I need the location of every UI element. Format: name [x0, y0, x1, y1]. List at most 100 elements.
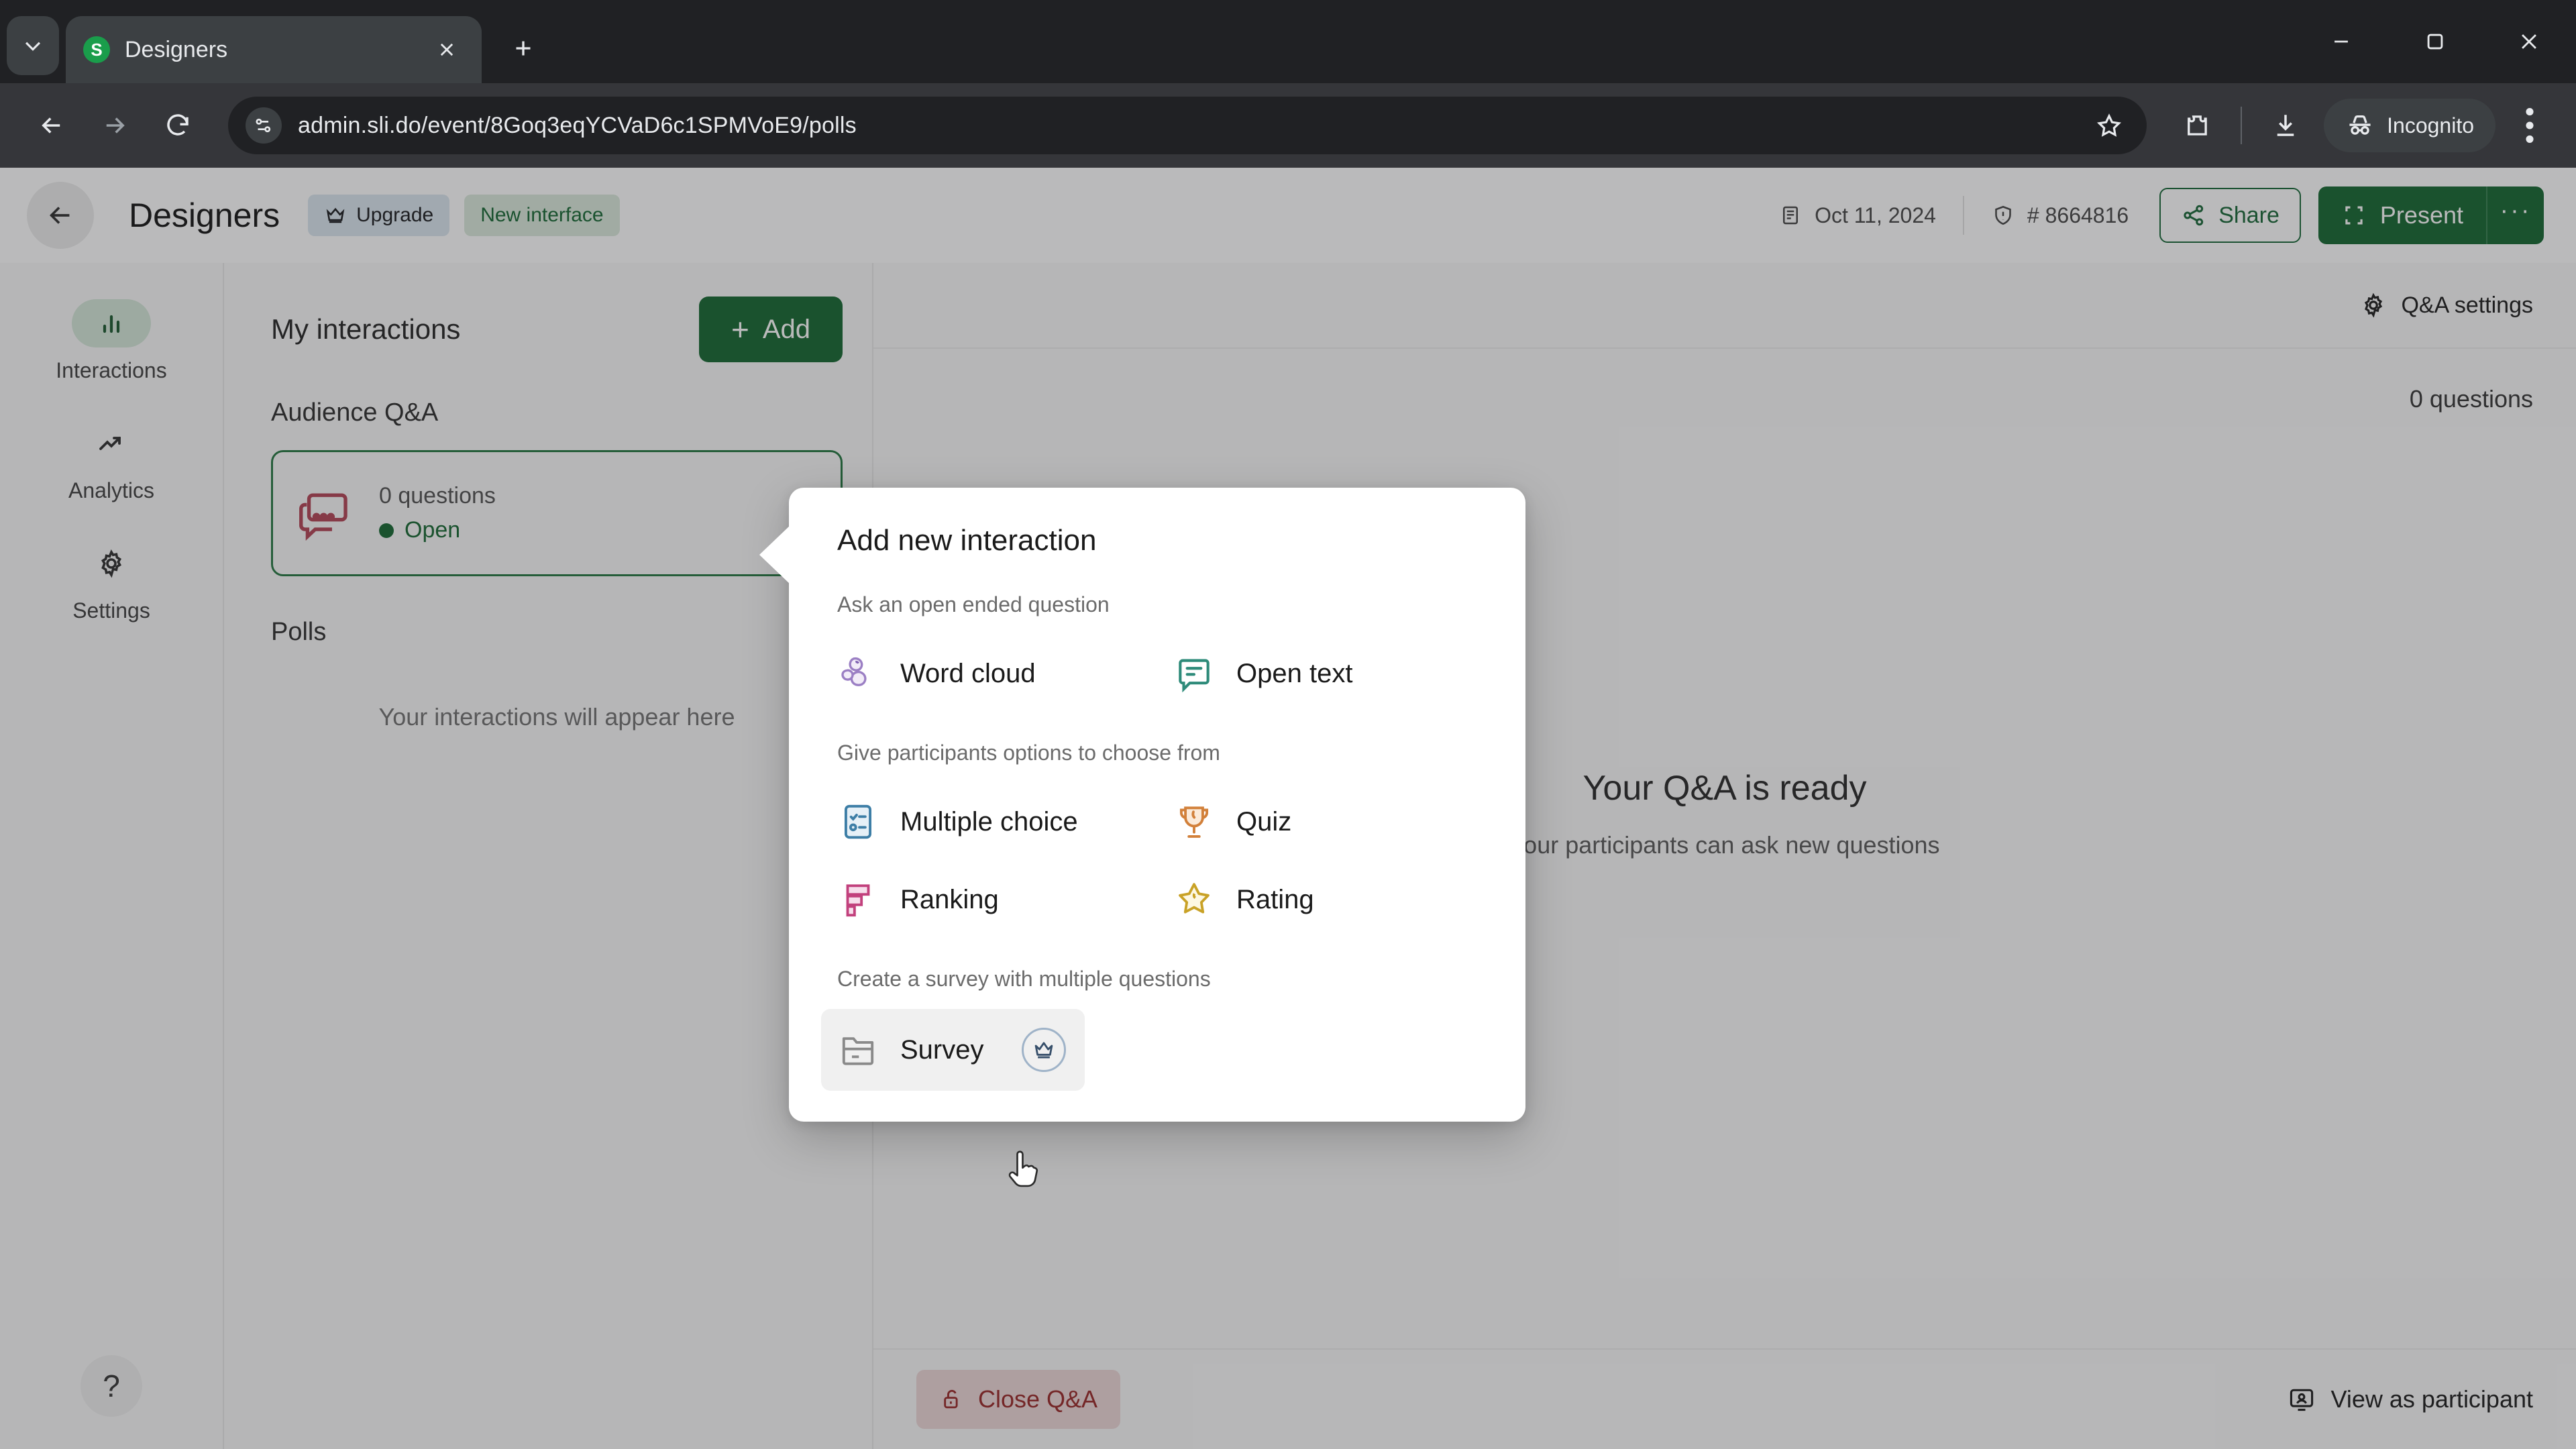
present-button[interactable]: Present — [2318, 186, 2486, 244]
sidebar-item-label: Interactions — [56, 358, 167, 382]
browser-tab[interactable]: S Designers — [66, 16, 482, 83]
minimize-icon — [2334, 40, 2348, 43]
back-button[interactable] — [23, 97, 80, 154]
interactions-panel-header: My interactions + Add — [271, 297, 843, 362]
add-label: Add — [762, 314, 810, 344]
open-lock-icon — [944, 1389, 958, 1409]
browser-menu-button[interactable] — [2506, 97, 2553, 154]
option-open-text[interactable]: Open text — [1157, 635, 1493, 712]
kebab-menu-icon — [2526, 108, 2534, 143]
profile-incognito-button[interactable]: Incognito — [2324, 99, 2496, 152]
tab-close-button[interactable] — [429, 32, 464, 67]
sidebar: Interactions Analytics Settings ? — [0, 263, 224, 1449]
option-word-cloud[interactable]: Word cloud — [821, 635, 1157, 712]
gear-icon — [2365, 292, 2383, 318]
qa-empty-subtitle: Your participants can ask new questions — [1509, 831, 1940, 859]
option-quiz[interactable]: Quiz — [1157, 783, 1493, 861]
present-fullscreen-icon — [2345, 206, 2363, 225]
sidebar-item-label: Analytics — [68, 478, 155, 502]
view-as-participant-label: View as participant — [2330, 1385, 2534, 1413]
modal-option-grid-choices: Multiple choice Quiz Ranking Rating — [789, 783, 1525, 938]
tab-title: Designers — [125, 36, 228, 62]
bookmark-button[interactable] — [2085, 101, 2133, 150]
new-tab-button[interactable] — [495, 20, 551, 76]
reload-button[interactable] — [149, 97, 207, 154]
close-icon — [440, 43, 453, 56]
option-label: Multiple choice — [900, 806, 1078, 837]
event-date[interactable]: Oct 11, 2024 — [1778, 203, 1936, 228]
qa-card-body: 0 questions Open — [379, 483, 756, 543]
checklist-icon — [844, 804, 872, 839]
back-arrow-icon — [50, 207, 70, 224]
app-header: Designers Upgrade New interface Oct 11, … — [0, 168, 2576, 263]
view-as-participant-button[interactable]: View as participant — [2287, 1385, 2534, 1414]
event-code: # 8664816 — [1991, 203, 2129, 228]
minimize-button[interactable] — [2294, 0, 2388, 83]
info-shield-icon — [1995, 205, 2011, 225]
sidebar-item-analytics[interactable]: Analytics — [0, 419, 223, 503]
page-content: Designers Upgrade New interface Oct 11, … — [0, 168, 2576, 1449]
add-interaction-button[interactable]: + Add — [698, 297, 843, 362]
option-rating[interactable]: Rating — [1157, 861, 1493, 938]
extensions-button[interactable] — [2168, 97, 2226, 154]
page-title: Designers — [129, 197, 280, 234]
present-button-group: Present ··· — [2318, 186, 2544, 244]
tab-search-button[interactable] — [7, 16, 59, 75]
modal-group-label-open-ended: Ask an open ended question — [837, 592, 1110, 616]
share-button[interactable]: Share — [2159, 188, 2301, 243]
qa-card-icon-wrap — [297, 484, 355, 542]
back-arrow-icon — [42, 117, 60, 133]
present-label: Present — [2379, 201, 2463, 229]
site-info-button[interactable] — [246, 107, 282, 144]
option-survey[interactable]: Survey — [821, 1009, 1085, 1091]
interactions-panel: My interactions + Add Audience Q&A 0 que… — [224, 263, 873, 1449]
close-window-button[interactable] — [2482, 0, 2576, 83]
qa-questions-count: 0 questions — [2409, 385, 2533, 413]
browser-toolbar: admin.sli.do/event/8Goq3eqYCVaD6c1SPMVoE… — [0, 83, 2576, 168]
qa-speech-bubble-icon — [299, 493, 347, 541]
audience-qa-card[interactable]: 0 questions Open — [271, 450, 843, 576]
share-label: Share — [2218, 202, 2279, 228]
modal-option-row-survey: Survey — [789, 1009, 1525, 1091]
qa-question-count: 0 questions — [379, 483, 496, 508]
participant-view-icon — [2290, 1389, 2313, 1411]
present-more-button[interactable]: ··· — [2486, 186, 2544, 244]
option-multiple-choice[interactable]: Multiple choice — [821, 783, 1157, 861]
plus-icon — [516, 41, 531, 56]
sidebar-item-settings[interactable]: Settings — [0, 539, 223, 623]
event-code-label: # 8664816 — [2027, 203, 2129, 227]
qa-settings-button[interactable]: Q&A settings — [2359, 291, 2533, 319]
modal-gap — [789, 938, 1525, 967]
close-qa-button[interactable]: Close Q&A — [916, 1370, 1121, 1429]
window-controls — [2294, 0, 2576, 83]
tab-favicon: S — [83, 36, 110, 63]
forward-button[interactable] — [86, 97, 144, 154]
incognito-hat-icon — [2349, 115, 2371, 135]
sidebar-item-interactions[interactable]: Interactions — [0, 299, 223, 383]
pointing-hand-cursor — [1008, 1150, 1038, 1187]
profile-label: Incognito — [2387, 113, 2474, 138]
reload-icon — [167, 114, 189, 136]
ranking-bars-icon — [846, 884, 870, 917]
bar-chart-icon — [103, 315, 120, 333]
section-label-audience-qa: Audience Q&A — [271, 398, 439, 427]
site-settings-icon — [256, 118, 271, 133]
option-icon-wrap — [837, 1029, 879, 1071]
section-label-polls: Polls — [271, 618, 327, 646]
maximize-button[interactable] — [2388, 0, 2482, 83]
option-label: Survey — [900, 1034, 984, 1065]
tab-strip: S Designers — [0, 0, 2576, 83]
help-button[interactable]: ? — [80, 1355, 142, 1417]
downloads-button[interactable] — [2257, 97, 2314, 154]
extensions-puzzle-icon — [2188, 115, 2207, 136]
new-interface-badge[interactable]: New interface — [464, 195, 620, 236]
browser-window: S Designers admin.sli.do/event/8Goq3eqYC… — [0, 0, 2576, 1449]
event-date-label: Oct 11, 2024 — [1815, 203, 1936, 227]
option-icon-wrap — [1173, 879, 1215, 920]
gear-icon — [101, 549, 122, 578]
upgrade-button[interactable]: Upgrade — [308, 195, 450, 236]
app-back-button[interactable] — [27, 182, 94, 249]
address-bar[interactable]: admin.sli.do/event/8Goq3eqYCVaD6c1SPMVoE… — [228, 97, 2147, 154]
option-ranking[interactable]: Ranking — [821, 861, 1157, 938]
calendar-icon — [1783, 206, 1799, 225]
